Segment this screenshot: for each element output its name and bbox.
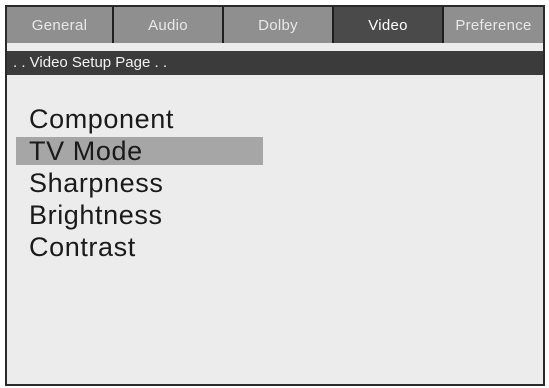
tab-video[interactable]: Video (334, 7, 444, 43)
video-setup-menu: Component TV Mode Sharpness Brightness C… (7, 103, 543, 263)
menu-item-label: Sharpness (29, 168, 164, 198)
tab-gap (7, 43, 543, 51)
menu-item-label: Component (29, 104, 174, 134)
tab-preference[interactable]: Preference (444, 7, 543, 43)
menu-item-label: Brightness (29, 200, 163, 230)
tab-bar: General Audio Dolby Video Preference (7, 7, 543, 43)
menu-item-brightness[interactable]: Brightness (7, 199, 543, 231)
menu-item-label: Contrast (29, 232, 136, 262)
tab-general[interactable]: General (7, 7, 114, 43)
menu-item-sharpness[interactable]: Sharpness (7, 167, 543, 199)
tab-audio[interactable]: Audio (114, 7, 224, 43)
setup-menu-screen: General Audio Dolby Video Preference . .… (5, 5, 545, 386)
tab-dolby[interactable]: Dolby (224, 7, 334, 43)
menu-item-tv-mode[interactable]: TV Mode (7, 135, 543, 167)
menu-item-contrast[interactable]: Contrast (7, 231, 543, 263)
menu-item-label: TV Mode (29, 136, 143, 166)
menu-item-component[interactable]: Component (7, 103, 543, 135)
page-title: . . Video Setup Page . . (7, 51, 543, 75)
